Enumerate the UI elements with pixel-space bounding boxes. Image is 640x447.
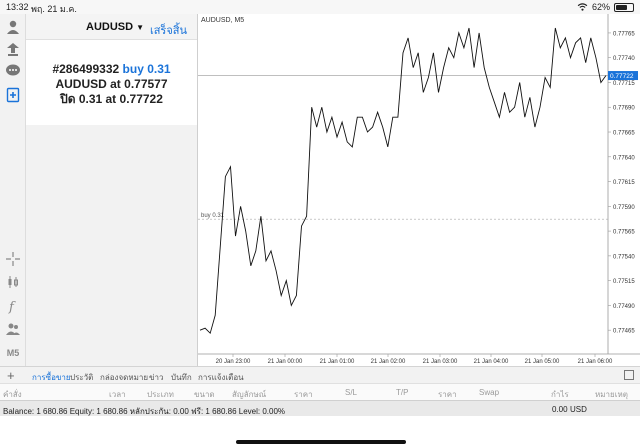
close-price: 0.77722 [119, 92, 163, 106]
symbol-label: AUDUSD [86, 21, 134, 33]
y-tick-label: 0.77515 [613, 279, 635, 285]
accounts-icon[interactable] [4, 40, 22, 58]
current-price-tag-label: 0.77722 [610, 73, 634, 80]
x-tick-label: 21 Jan 03:00 [423, 359, 458, 365]
total-profit: 0.00 [552, 405, 568, 414]
battery-percent: 62% [591, 2, 610, 12]
left-toolbar: f M5 [0, 14, 26, 366]
currency: USD [570, 405, 587, 414]
add-button[interactable]: + [7, 368, 15, 383]
y-tick-label: 0.77540 [613, 254, 635, 260]
chat-icon[interactable] [4, 62, 22, 80]
y-tick-label: 0.77490 [613, 304, 635, 310]
x-tick-label: 21 Jan 06:00 [578, 359, 613, 365]
y-tick-label: 0.77615 [613, 180, 635, 186]
terminal-tab-bar: + การซื้อขาย ประวัติ กล่องจดหมาย ข่าว บั… [0, 366, 640, 388]
order-id-line: #286499332 buy 0.31 [26, 62, 197, 77]
open-price: 0.77577 [124, 77, 168, 91]
chart-canvas[interactable]: AUDUSD, M5 0.77765 0.77740 0.77715 0.77690 0… [198, 14, 640, 366]
trade-level-label: buy 0.31 [201, 213, 225, 219]
x-tick-label: 21 Jan 00:00 [268, 359, 303, 365]
home-indicator[interactable] [236, 440, 406, 444]
x-tick-label: 21 Jan 05:00 [525, 359, 560, 365]
y-tick-label: 0.77690 [613, 106, 635, 112]
col-sl: S/L [345, 388, 358, 397]
y-tick-label: 0.77740 [613, 56, 635, 62]
svg-text:f: f [8, 300, 16, 314]
chart-title: AUDUSD, M5 [201, 17, 244, 24]
people-icon[interactable] [4, 320, 22, 338]
col-tp: T/P [396, 388, 409, 397]
battery-icon [614, 2, 634, 12]
y-tick-label: 0.77665 [613, 131, 635, 137]
order-action: buy 0.31 [122, 62, 171, 76]
panel-background [26, 125, 197, 366]
symbol-selector[interactable]: AUDUSD ▼ [86, 21, 144, 33]
candles-icon[interactable] [4, 273, 22, 291]
timeframe-button[interactable]: M5 [4, 344, 22, 362]
close-price-line: ปิด 0.31 at 0.77722 [26, 92, 197, 107]
bottom-area [0, 416, 640, 447]
trade-table-header: คำสั่ง เวลา ประเภท ขนาด สัญลักษณ์ ราคา S… [0, 383, 640, 400]
price-chart[interactable]: AUDUSD, M5 0.77765 0.77740 0.77715 0.77690 0… [197, 14, 640, 366]
timeframe-label: M5 [6, 348, 20, 358]
clock: 13:32 [6, 2, 29, 12]
y-tick-label: 0.77465 [613, 329, 635, 335]
new-order-icon[interactable] [4, 86, 22, 104]
done-button[interactable]: เสร็จสิ้น [150, 21, 187, 39]
status-bar: 13:32 พฤ. 21 ม.ค. 62% [0, 0, 640, 14]
user-icon[interactable] [4, 18, 22, 36]
order-panel: AUDUSD ▼ เสร็จสิ้น #286499332 buy 0.31 AU… [26, 14, 197, 125]
y-tick-label: 0.77715 [613, 81, 635, 87]
y-tick-label: 0.77590 [613, 205, 635, 211]
crosshair-icon[interactable] [4, 250, 22, 268]
balance-bar: Balance: 1 680.86 Equity: 1 680.86 หลักป… [0, 400, 640, 416]
y-tick-label: 0.77565 [613, 230, 635, 236]
price-series-line [199, 27, 607, 335]
status-right: 62% [577, 2, 634, 12]
chevron-down-icon: ▼ [136, 23, 144, 32]
col-swap: Swap [479, 388, 500, 397]
x-tick-label: 21 Jan 04:00 [474, 359, 509, 365]
expand-panel-icon[interactable] [624, 370, 634, 380]
x-tick-label: 21 Jan 01:00 [320, 359, 355, 365]
indicator-icon[interactable]: f [4, 297, 22, 315]
order-id: #286499332 [52, 62, 120, 76]
wifi-icon [577, 3, 588, 11]
open-symbol: AUDUSD at [55, 77, 121, 91]
x-axis: 20 Jan 23:00 21 Jan 00:00 21 Jan 01:00 21 J… [216, 354, 613, 365]
open-price-line: AUDUSD at 0.77577 [26, 77, 197, 92]
close-label: ปิด 0.31 at [60, 92, 117, 106]
order-panel-header: AUDUSD ▼ เสร็จสิ้น [26, 14, 197, 40]
y-tick-label: 0.77640 [613, 155, 635, 161]
x-tick-label: 21 Jan 02:00 [371, 359, 406, 365]
x-tick-label: 20 Jan 23:00 [216, 359, 251, 365]
y-tick-label: 0.77765 [613, 31, 635, 37]
